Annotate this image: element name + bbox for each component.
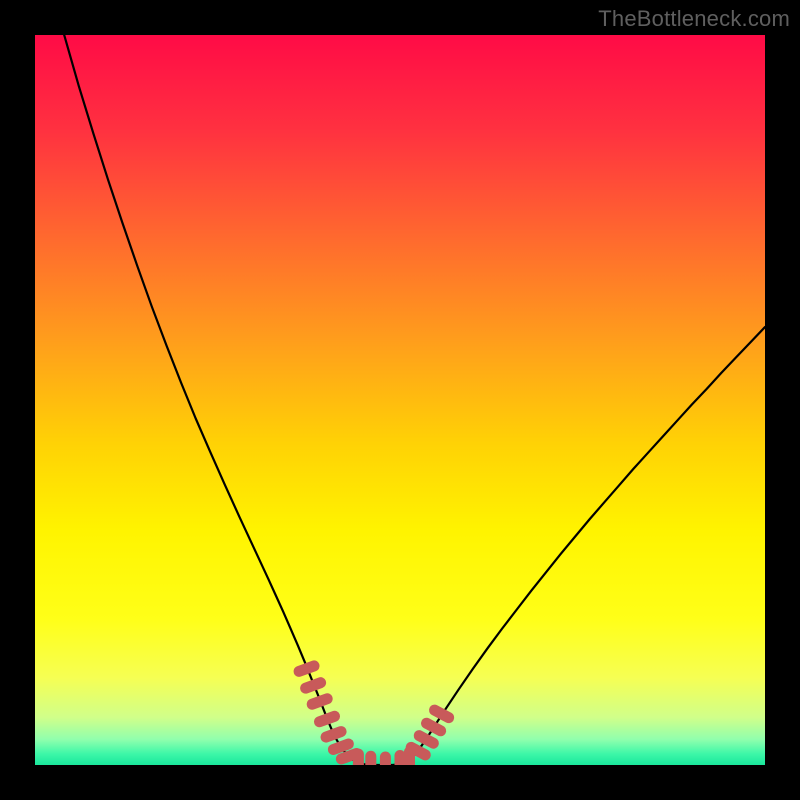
highlight-marker	[395, 750, 406, 765]
frame: TheBottleneck.com	[0, 0, 800, 800]
plot-area	[35, 35, 765, 765]
gradient-background	[35, 35, 765, 765]
highlight-marker	[365, 751, 376, 765]
highlight-marker	[380, 752, 391, 766]
chart-svg	[35, 35, 765, 765]
highlight-marker	[353, 749, 364, 765]
watermark-text: TheBottleneck.com	[598, 6, 790, 32]
